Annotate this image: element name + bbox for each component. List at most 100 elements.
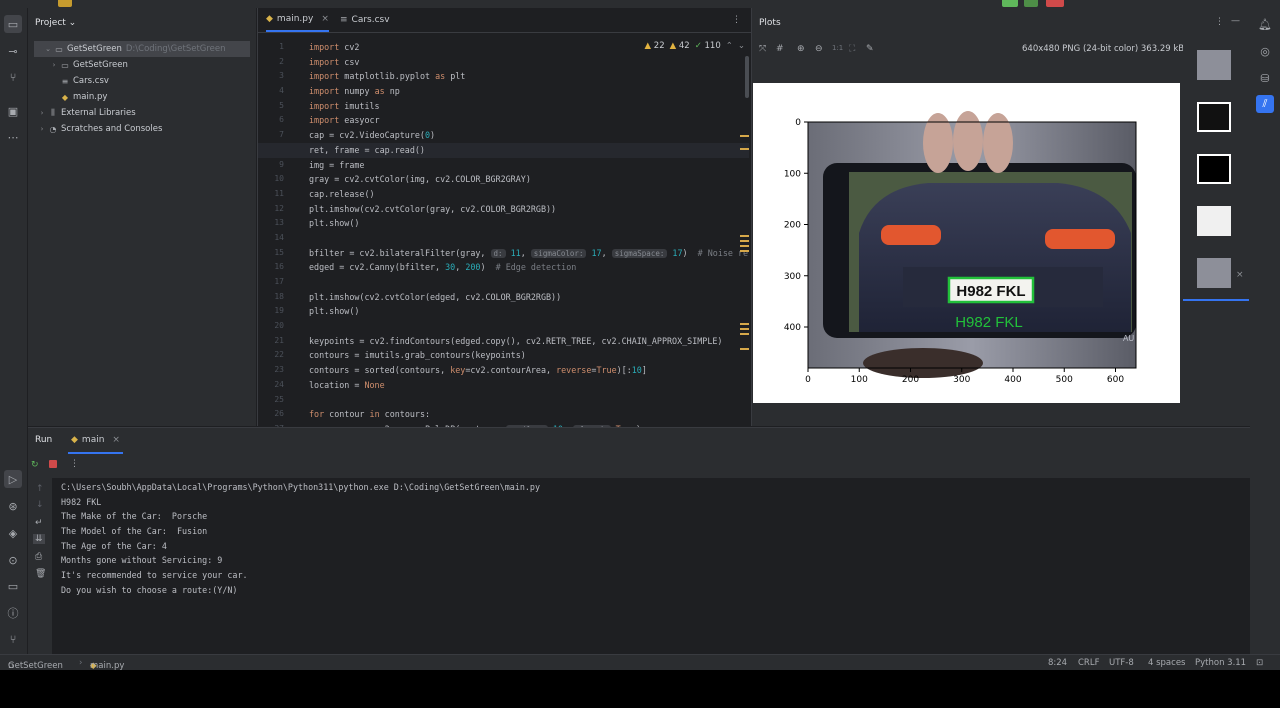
tab-cars-csv[interactable]: ≡ Cars.csv bbox=[340, 8, 390, 32]
tree-item-folder[interactable]: › ▭ GetSetGreen bbox=[28, 57, 256, 73]
tab-main-py[interactable]: ◆ main.py × bbox=[266, 8, 329, 32]
grid-icon[interactable]: # bbox=[776, 44, 784, 54]
code-line[interactable]: cap = cv2.VideoCapture(0) bbox=[309, 128, 749, 143]
project-title[interactable]: Project ⌄ bbox=[35, 18, 76, 28]
arrow-down-icon[interactable]: ↓ bbox=[36, 500, 44, 510]
problems-tool-icon[interactable]: ⓘ bbox=[4, 604, 22, 622]
code-line[interactable]: location = None bbox=[309, 378, 749, 393]
error-stripe-marker[interactable] bbox=[740, 328, 749, 330]
code-line[interactable]: gray = cv2.cvtColor(img, cv2.COLOR_BGR2G… bbox=[309, 172, 749, 187]
commit-tool-icon[interactable]: ⊸ bbox=[4, 42, 22, 60]
lock-icon[interactable]: ⊡ bbox=[1256, 658, 1263, 668]
soft-wrap-icon[interactable]: ↵ bbox=[35, 518, 43, 528]
trash-icon[interactable]: 🗑︎ bbox=[35, 569, 46, 579]
tree-item-scratches[interactable]: › ◔ Scratches and Consoles bbox=[28, 121, 256, 137]
minimize-icon[interactable]: — bbox=[1231, 16, 1240, 26]
zoom-out-icon[interactable]: ⊖ bbox=[815, 44, 823, 54]
plot-thumbnail[interactable] bbox=[1197, 102, 1231, 132]
tree-item-main-py[interactable]: ◆ main.py bbox=[28, 89, 256, 105]
ai-assistant-icon[interactable]: ◎ bbox=[1256, 42, 1274, 60]
more-icon[interactable]: ⋮ bbox=[70, 459, 79, 469]
plot-thumbnail-selected[interactable] bbox=[1197, 258, 1231, 288]
code-line[interactable] bbox=[309, 393, 749, 408]
code-line[interactable]: import easyocr bbox=[309, 113, 749, 128]
error-stripe-marker[interactable] bbox=[740, 250, 749, 252]
database-icon[interactable]: ⛁ bbox=[1256, 69, 1274, 87]
vcs-tool-icon[interactable]: ⑂ bbox=[4, 68, 22, 86]
error-stripe-marker[interactable] bbox=[740, 245, 749, 247]
code-line[interactable]: import numpy as np bbox=[309, 84, 749, 99]
stop-button-icon[interactable] bbox=[1046, 0, 1064, 7]
notifications-icon[interactable]: 🔔︎ bbox=[1256, 15, 1274, 33]
code-line[interactable]: cap.release() bbox=[309, 187, 749, 202]
code-line[interactable]: bfilter = cv2.bilateralFilter(gray, d: 1… bbox=[309, 246, 749, 261]
plot-thumbnail[interactable] bbox=[1197, 50, 1231, 80]
rerun-icon[interactable]: ↻ bbox=[31, 460, 39, 470]
file-encoding[interactable]: UTF-8 bbox=[1109, 658, 1134, 668]
editor-scrollbar[interactable] bbox=[745, 56, 749, 98]
plot-thumbnail[interactable] bbox=[1197, 206, 1231, 236]
chevron-right-icon[interactable]: › bbox=[37, 109, 47, 117]
run-tool-icon[interactable]: ▷ bbox=[4, 470, 22, 488]
terminal-tool-icon[interactable]: ▭ bbox=[4, 577, 22, 595]
python-packages-icon[interactable]: ⊛ bbox=[4, 497, 22, 515]
tree-item-external-libraries[interactable]: › ⫼ External Libraries bbox=[28, 105, 256, 121]
code-line[interactable]: plt.imshow(cv2.cvtColor(edged, cv2.COLOR… bbox=[309, 290, 749, 305]
close-icon[interactable]: × bbox=[1236, 270, 1244, 280]
more-tools-icon[interactable]: ⋯ bbox=[4, 128, 22, 146]
code-line[interactable]: plt.imshow(cv2.cvtColor(gray, cv2.COLOR_… bbox=[309, 202, 749, 217]
git-tool-icon[interactable]: ⑂ bbox=[4, 630, 22, 648]
fit-zoom-icon[interactable]: ⤧ bbox=[759, 44, 766, 54]
error-stripe-marker[interactable] bbox=[740, 235, 749, 237]
project-widget-icon[interactable] bbox=[58, 0, 72, 7]
arrow-up-icon[interactable]: ↑ bbox=[36, 484, 44, 494]
color-picker-icon[interactable]: ✎ bbox=[866, 44, 874, 54]
code-line[interactable] bbox=[309, 275, 749, 290]
plots-options-icon[interactable]: ⋮ bbox=[1215, 17, 1224, 27]
code-line[interactable]: import imutils bbox=[309, 99, 749, 114]
code-line[interactable]: import cv2 bbox=[309, 40, 749, 55]
close-icon[interactable]: × bbox=[321, 14, 329, 24]
error-stripe-marker[interactable] bbox=[740, 240, 749, 242]
indent-setting[interactable]: 4 spaces bbox=[1148, 658, 1185, 668]
structure-tool-icon[interactable]: ▣ bbox=[4, 102, 22, 120]
caret-position[interactable]: 8:24 bbox=[1048, 658, 1067, 668]
python-interpreter[interactable]: Python 3.11 bbox=[1195, 658, 1246, 668]
actual-size-button[interactable]: 1:1 bbox=[832, 44, 843, 52]
code-line[interactable]: import matplotlib.pyplot as plt bbox=[309, 69, 749, 84]
stop-icon[interactable] bbox=[49, 460, 57, 468]
code-line[interactable]: keypoints = cv2.findContours(edged.copy(… bbox=[309, 334, 749, 349]
run-button-icon[interactable] bbox=[1002, 0, 1018, 7]
zoom-in-icon[interactable]: ⊕ bbox=[797, 44, 805, 54]
console-output[interactable]: C:\Users\Soubh\AppData\Local\Programs\Py… bbox=[61, 480, 540, 598]
sciview-icon[interactable]: ⫽ bbox=[1256, 95, 1274, 113]
code-line[interactable]: plt.show() bbox=[309, 216, 749, 231]
error-stripe-marker[interactable] bbox=[740, 135, 749, 137]
tabs-more-icon[interactable]: ⋮ bbox=[732, 8, 741, 32]
code-line[interactable]: ret, frame = cap.read() bbox=[258, 142, 749, 158]
code-line[interactable]: edged = cv2.Canny(bfilter, 30, 200) # Ed… bbox=[309, 260, 749, 275]
code-line[interactable]: contours = sorted(contours, key=cv2.cont… bbox=[309, 363, 749, 378]
close-icon[interactable]: × bbox=[112, 435, 120, 445]
code-line[interactable]: contours = imutils.grab_contours(keypoin… bbox=[309, 348, 749, 363]
layers-tool-icon[interactable]: ◈ bbox=[4, 524, 22, 542]
chevron-right-icon[interactable]: › bbox=[37, 125, 47, 133]
code-line[interactable]: for contour in contours: bbox=[309, 407, 749, 422]
code-line[interactable] bbox=[309, 231, 749, 246]
error-stripe-marker[interactable] bbox=[740, 323, 749, 325]
project-tool-icon[interactable]: ▭ bbox=[4, 15, 22, 33]
error-stripe-marker[interactable] bbox=[740, 148, 749, 150]
fit-screen-icon[interactable]: ⛶ bbox=[849, 44, 855, 54]
tree-item-cars-csv[interactable]: ≡ Cars.csv bbox=[28, 73, 256, 89]
code-line[interactable] bbox=[309, 319, 749, 334]
scroll-to-end-icon[interactable]: ⇊ bbox=[33, 534, 45, 544]
print-icon[interactable]: ⎙ bbox=[35, 552, 42, 562]
chevron-down-icon[interactable]: ⌄ bbox=[43, 45, 53, 53]
code-line[interactable]: plt.show() bbox=[309, 304, 749, 319]
plot-thumbnail[interactable] bbox=[1197, 154, 1231, 184]
debug-button-icon[interactable] bbox=[1024, 0, 1038, 7]
tab-run-main[interactable]: ◆ main × bbox=[68, 428, 123, 454]
code-line[interactable]: import csv bbox=[309, 55, 749, 70]
code-line[interactable]: img = frame bbox=[309, 158, 749, 173]
line-separator[interactable]: CRLF bbox=[1078, 658, 1099, 668]
